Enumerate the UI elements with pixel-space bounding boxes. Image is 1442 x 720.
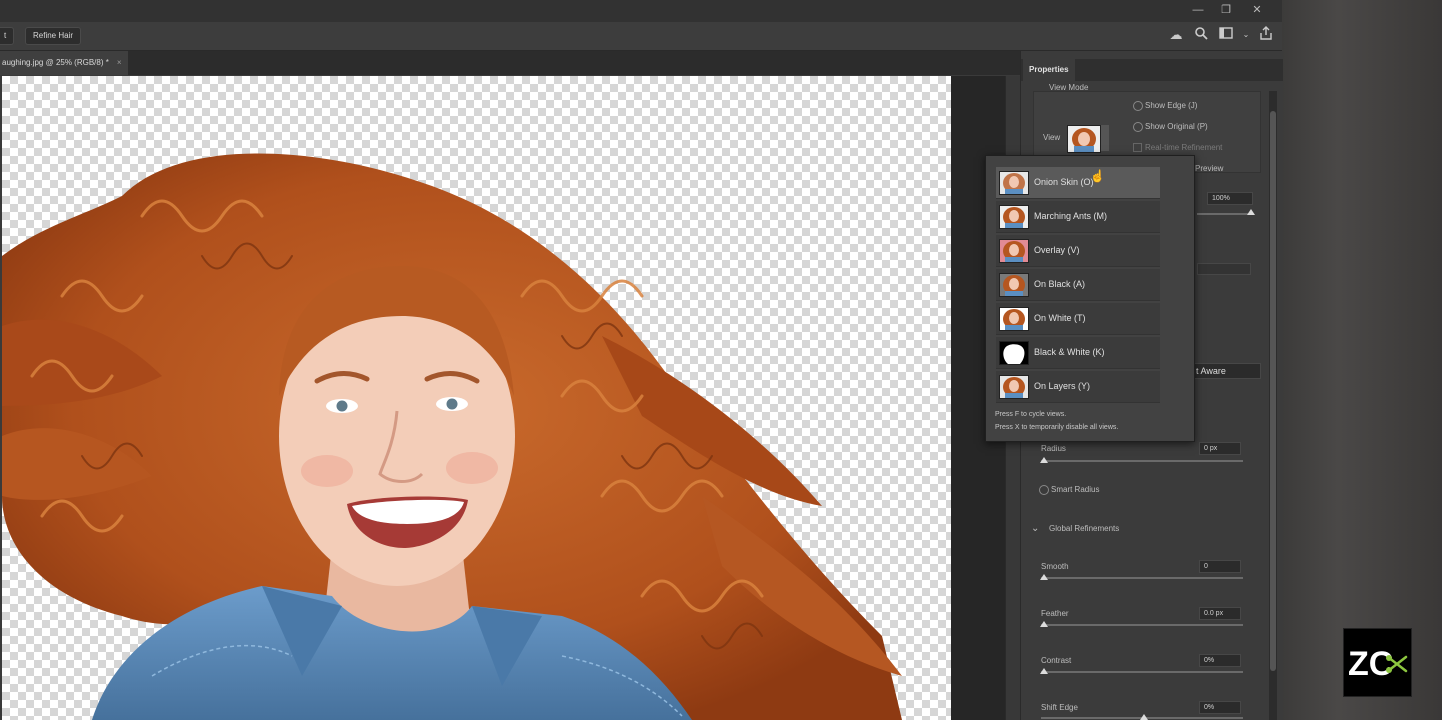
background-backdrop bbox=[1282, 0, 1442, 720]
on-white-thumbnail bbox=[999, 307, 1029, 331]
object-aware-select[interactable]: t Aware bbox=[1193, 363, 1261, 379]
document-canvas[interactable] bbox=[2, 76, 951, 720]
smooth-slider-knob[interactable] bbox=[1040, 574, 1048, 580]
preview-label: Preview bbox=[1195, 164, 1224, 173]
panel-scrollbar-thumb[interactable] bbox=[1270, 111, 1276, 671]
view-mode-menu: Onion Skin (O) ☝ Marching Ants (M) Overl… bbox=[985, 155, 1195, 442]
view-item-label: Overlay (V) bbox=[1034, 245, 1080, 255]
channel-logo: ZC bbox=[1343, 628, 1412, 697]
options-bar: t Refine Hair ☁ ⌄ bbox=[0, 22, 1282, 51]
properties-tab-bar: Properties bbox=[1021, 59, 1283, 81]
view-item-black-white[interactable]: Black & White (K) bbox=[996, 337, 1160, 369]
share-icon[interactable] bbox=[1257, 26, 1275, 44]
refine-hair-button[interactable]: Refine Hair bbox=[25, 27, 82, 45]
shift-edge-label: Shift Edge bbox=[1041, 703, 1078, 712]
cloud-icon[interactable]: ☁ bbox=[1167, 26, 1185, 44]
on-layers-thumbnail bbox=[999, 375, 1029, 399]
smart-radius-checkbox[interactable] bbox=[1039, 485, 1049, 495]
view-item-marching-ants[interactable]: Marching Ants (M) bbox=[996, 201, 1160, 233]
contrast-slider-track[interactable] bbox=[1041, 671, 1243, 673]
view-item-label: On Layers (Y) bbox=[1034, 381, 1091, 391]
opacity-slider-knob[interactable] bbox=[1247, 209, 1255, 215]
view-item-label: Onion Skin (O) bbox=[1034, 177, 1094, 187]
feather-label: Feather bbox=[1041, 609, 1069, 618]
show-original-label: Show Original (P) bbox=[1145, 122, 1208, 131]
tab-close-icon[interactable]: × bbox=[117, 58, 122, 67]
feather-field[interactable]: 0.0 px bbox=[1199, 607, 1241, 620]
shift-edge-field[interactable]: 0% bbox=[1199, 701, 1241, 714]
view-dropdown-arrow[interactable] bbox=[1101, 125, 1109, 151]
overlay-thumbnail bbox=[999, 239, 1029, 263]
cursor-icon: ☝ bbox=[1090, 169, 1105, 183]
select-subject-button[interactable]: t bbox=[0, 27, 15, 45]
contrast-label: Contrast bbox=[1041, 656, 1072, 665]
chevron-down-icon[interactable]: ⌄ bbox=[1237, 26, 1255, 44]
view-item-on-layers[interactable]: On Layers (Y) bbox=[996, 371, 1160, 403]
view-hint-cycle: Press F to cycle views. bbox=[995, 411, 1067, 418]
view-item-on-white[interactable]: On White (T) bbox=[996, 303, 1160, 335]
marching-ants-thumbnail bbox=[999, 205, 1029, 229]
smooth-field[interactable]: 0 bbox=[1199, 560, 1241, 573]
radius-field[interactable]: 0 px bbox=[1199, 442, 1241, 455]
radius-slider-track[interactable] bbox=[1041, 460, 1243, 462]
document-tab-bar: aughing.jpg @ 25% (RGB/8) * × bbox=[0, 51, 1020, 75]
view-item-label: Marching Ants (M) bbox=[1034, 211, 1108, 221]
view-mode-header: View Mode bbox=[1049, 83, 1089, 92]
real-time-refinement-label: Real-time Refinement bbox=[1145, 143, 1223, 152]
contrast-field[interactable]: 0% bbox=[1199, 654, 1241, 667]
window-title-bar: — ❐ ✕ bbox=[0, 0, 1282, 23]
show-edge-checkbox[interactable] bbox=[1133, 101, 1143, 111]
chevron-down-icon[interactable]: ⌄ bbox=[1031, 523, 1039, 534]
view-hint-disable: Press X to temporarily disable all views… bbox=[995, 424, 1119, 431]
radius-label: Radius bbox=[1041, 444, 1066, 453]
workspace-icon[interactable] bbox=[1217, 26, 1235, 44]
view-item-onion-skin[interactable]: Onion Skin (O) ☝ bbox=[996, 167, 1160, 199]
real-time-refinement-checkbox[interactable] bbox=[1133, 143, 1142, 152]
view-item-overlay[interactable]: Overlay (V) bbox=[996, 235, 1160, 267]
mode-select[interactable] bbox=[1197, 263, 1251, 275]
minimize-icon[interactable]: — bbox=[1190, 3, 1206, 17]
subject-photo bbox=[2, 153, 902, 720]
view-item-label: Black & White (K) bbox=[1034, 347, 1105, 357]
radius-slider-knob[interactable] bbox=[1040, 457, 1048, 463]
black-white-thumbnail bbox=[999, 341, 1029, 365]
feather-slider-track[interactable] bbox=[1041, 624, 1243, 626]
view-thumbnail[interactable] bbox=[1067, 125, 1101, 153]
document-tab[interactable]: aughing.jpg @ 25% (RGB/8) * × bbox=[0, 51, 128, 75]
onion-skin-thumbnail bbox=[999, 171, 1029, 195]
tab-properties[interactable]: Properties bbox=[1023, 59, 1075, 81]
feather-slider-knob[interactable] bbox=[1040, 621, 1048, 627]
smooth-label: Smooth bbox=[1041, 562, 1069, 571]
document-tab-title: aughing.jpg @ 25% (RGB/8) * bbox=[2, 58, 109, 67]
logo-text: ZC bbox=[1348, 645, 1393, 683]
smart-radius-label: Smart Radius bbox=[1051, 485, 1100, 494]
view-item-on-black[interactable]: On Black (A) bbox=[996, 269, 1160, 301]
show-original-checkbox[interactable] bbox=[1133, 122, 1143, 132]
global-refinements-header[interactable]: Global Refinements bbox=[1049, 524, 1119, 533]
shift-edge-slider-knob[interactable] bbox=[1140, 714, 1148, 720]
contrast-slider-knob[interactable] bbox=[1040, 668, 1048, 674]
view-label: View bbox=[1043, 133, 1061, 142]
view-item-label: On Black (A) bbox=[1034, 279, 1086, 289]
show-edge-label: Show Edge (J) bbox=[1145, 101, 1198, 110]
smooth-slider-track[interactable] bbox=[1041, 577, 1243, 579]
restore-icon[interactable]: ❐ bbox=[1218, 3, 1234, 17]
opacity-slider-track[interactable] bbox=[1197, 213, 1253, 215]
view-item-label: On White (T) bbox=[1034, 313, 1086, 323]
close-icon[interactable]: ✕ bbox=[1249, 3, 1265, 17]
opacity-field[interactable]: 100% bbox=[1207, 192, 1253, 205]
on-black-thumbnail bbox=[999, 273, 1029, 297]
search-icon[interactable] bbox=[1192, 26, 1210, 44]
